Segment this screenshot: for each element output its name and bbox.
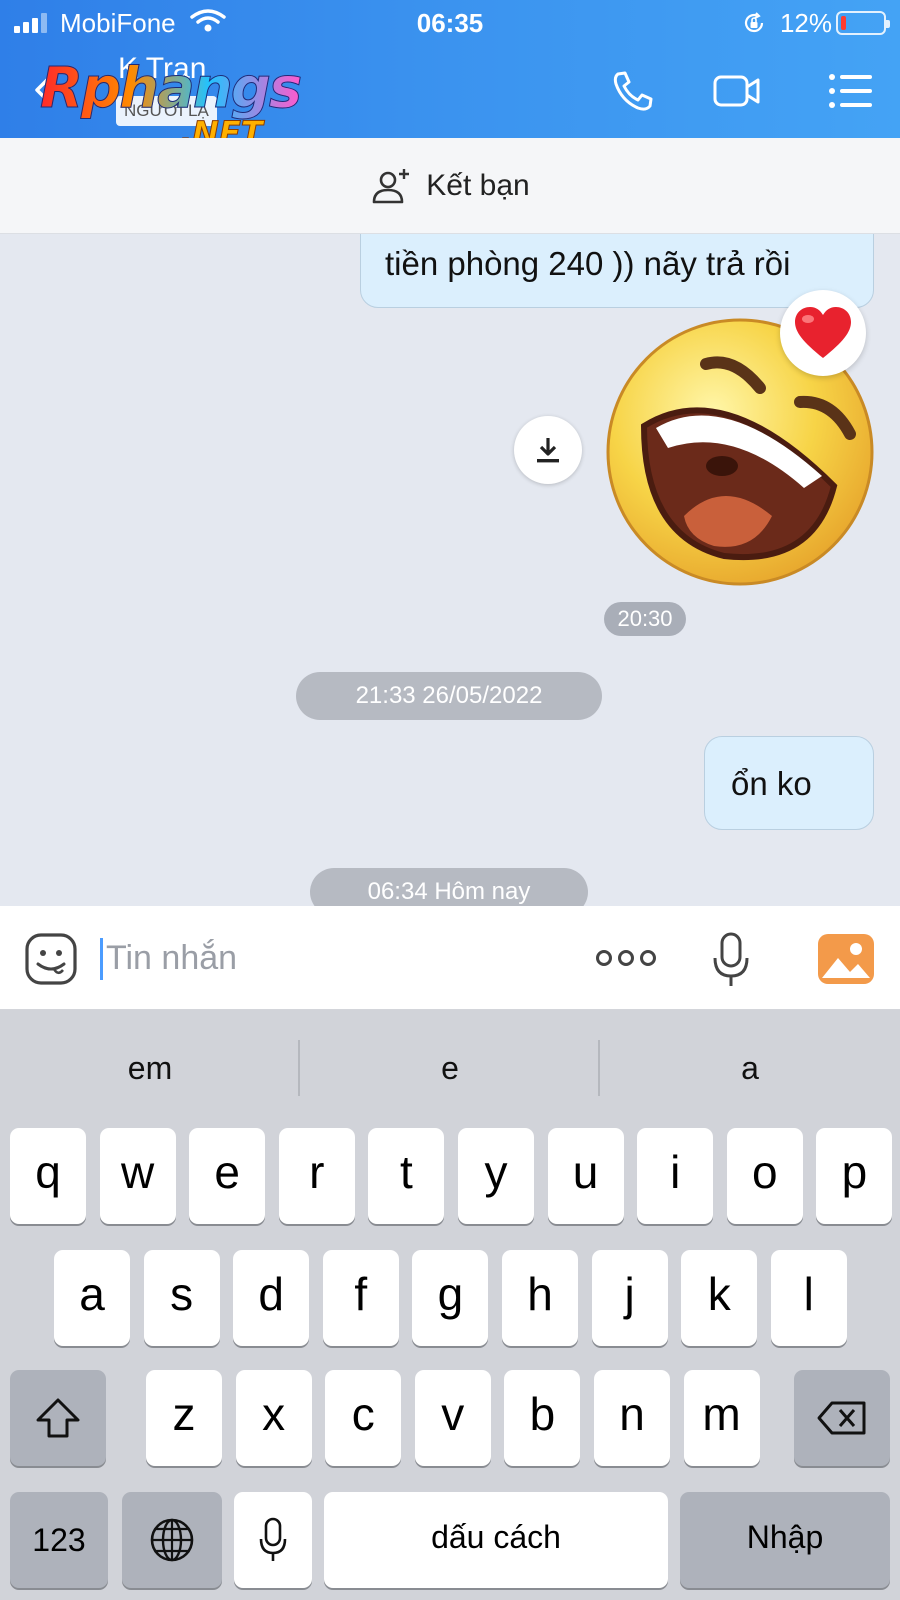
- phone-call-icon[interactable]: [608, 68, 658, 114]
- shift-key[interactable]: [10, 1370, 106, 1466]
- key-x[interactable]: x: [235, 1370, 312, 1466]
- text-cursor: [100, 938, 103, 980]
- backspace-icon: [817, 1401, 866, 1435]
- dictation-key[interactable]: [234, 1492, 312, 1588]
- suggestion-1[interactable]: em: [0, 1010, 300, 1126]
- add-friend-button[interactable]: Kết bạn: [0, 138, 900, 234]
- battery-level: [841, 16, 846, 30]
- onscreen-keyboard: em e a qwertyuiopasdfghjklzxcvbnm 123 dấ…: [0, 1010, 900, 1600]
- add-friend-label: Kết bạn: [426, 168, 530, 202]
- backspace-key[interactable]: [794, 1370, 890, 1466]
- key-l[interactable]: l: [770, 1250, 847, 1346]
- message-list[interactable]: tiền phòng 240 )) nãy trả rồi 20:30 21:3: [0, 234, 900, 906]
- key-e[interactable]: e: [189, 1128, 266, 1224]
- key-v[interactable]: v: [414, 1370, 491, 1466]
- globe-key[interactable]: [122, 1492, 222, 1588]
- key-q[interactable]: q: [10, 1128, 86, 1224]
- download-button[interactable]: [514, 416, 582, 484]
- chat-header: MobiFone 06:35 12% K Tran NGƯỜI LẠ Rphan…: [0, 0, 900, 153]
- numbers-key[interactable]: 123: [10, 1492, 108, 1588]
- key-d[interactable]: d: [233, 1250, 310, 1346]
- add-user-icon: [372, 168, 410, 203]
- return-key[interactable]: Nhập: [680, 1492, 890, 1588]
- suggestion-2[interactable]: e: [300, 1010, 600, 1126]
- key-f[interactable]: f: [322, 1250, 399, 1346]
- suggestion-3[interactable]: a: [600, 1010, 900, 1126]
- heart-reaction[interactable]: [780, 290, 866, 376]
- key-n[interactable]: n: [594, 1370, 670, 1466]
- menu-icon[interactable]: [826, 68, 876, 114]
- globe-icon: [150, 1518, 194, 1562]
- back-arrow-icon[interactable]: [32, 74, 54, 106]
- sticker-emoji-icon[interactable]: [24, 932, 78, 986]
- key-h[interactable]: h: [502, 1250, 578, 1346]
- key-i[interactable]: i: [637, 1128, 714, 1224]
- key-g[interactable]: g: [412, 1250, 489, 1346]
- composer-bar: [0, 906, 900, 1010]
- key-m[interactable]: m: [683, 1370, 760, 1466]
- key-u[interactable]: u: [547, 1128, 624, 1224]
- battery-percent: 12%: [779, 8, 832, 38]
- suggestion-bar: em e a: [0, 1010, 900, 1126]
- space-key[interactable]: dấu cách: [324, 1492, 668, 1588]
- shift-arrow-icon: [36, 1398, 80, 1438]
- battery-icon: [836, 11, 890, 35]
- message-input[interactable]: [106, 930, 566, 986]
- key-o[interactable]: o: [726, 1128, 803, 1224]
- key-r[interactable]: r: [278, 1128, 355, 1224]
- download-icon: [537, 438, 559, 463]
- message-timestamp: 20:30: [604, 602, 686, 636]
- voice-message-icon[interactable]: [712, 932, 750, 988]
- key-b[interactable]: b: [504, 1370, 581, 1466]
- date-separator: 06:34 Hôm nay: [310, 868, 588, 906]
- message-bubble-sent[interactable]: tiền phòng 240 )) nãy trả rồi: [360, 234, 874, 308]
- heart-icon: [795, 307, 851, 358]
- image-picker-icon[interactable]: [818, 934, 874, 984]
- stranger-badge: NGƯỜI LẠ: [116, 96, 217, 126]
- key-j[interactable]: j: [591, 1250, 668, 1346]
- key-k[interactable]: k: [681, 1250, 758, 1346]
- more-options-icon[interactable]: [594, 944, 658, 972]
- message-bubble-sent[interactable]: ổn ko: [704, 736, 874, 830]
- date-separator: 21:33 26/05/2022: [296, 672, 602, 720]
- contact-name[interactable]: K Tran: [118, 52, 206, 86]
- key-a[interactable]: a: [54, 1250, 130, 1346]
- key-z[interactable]: z: [146, 1370, 222, 1466]
- status-bar: MobiFone 06:35 12%: [0, 0, 900, 46]
- key-w[interactable]: w: [99, 1128, 176, 1224]
- key-t[interactable]: t: [368, 1128, 445, 1224]
- key-s[interactable]: s: [143, 1250, 220, 1346]
- key-c[interactable]: c: [325, 1370, 402, 1466]
- microphone-icon: [259, 1517, 287, 1561]
- video-call-icon[interactable]: [712, 68, 762, 114]
- rotation-lock-icon: [744, 12, 764, 33]
- key-p[interactable]: p: [816, 1128, 893, 1224]
- key-y[interactable]: y: [458, 1128, 534, 1224]
